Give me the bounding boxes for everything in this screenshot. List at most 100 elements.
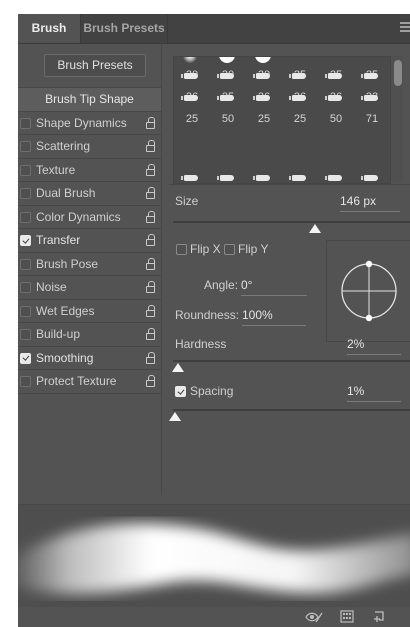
tab-brush[interactable]: Brush [18,14,80,43]
lock-icon[interactable] [146,375,156,387]
sidebar-item-transfer[interactable]: Transfer [18,229,161,253]
bristle-brush-icon [289,73,306,79]
bristle-brush-icon[interactable] [217,175,234,181]
flip-x-label: Flip X [190,242,221,256]
checkbox[interactable] [20,235,31,246]
sidebar-item-label: Color Dynamics [36,209,121,224]
checkbox[interactable] [20,305,31,317]
sidebar-item-brush-pose[interactable]: Brush Pose [18,253,161,276]
flip-y-label: Flip Y [238,242,269,256]
menu-icon[interactable] [400,22,410,34]
brush-tip-cell[interactable]: 25 [246,95,282,125]
checkbox[interactable] [20,282,31,293]
brush-stroke-preview [18,504,410,609]
sidebar-item-label: Noise [36,280,67,294]
bristle-brush-icon[interactable] [181,175,198,181]
checkbox[interactable] [20,188,31,199]
spacing-checkbox[interactable] [175,386,186,397]
lock-icon[interactable] [146,116,156,129]
sidebar-item-build-up[interactable]: Build-up [18,323,161,347]
brush-size-label: 25 [185,113,199,125]
brush-size-label: 25 [293,113,307,125]
spacing-slider-thumb[interactable] [169,412,182,421]
hardness-value-input[interactable]: 2% [347,337,401,355]
size-slider-thumb[interactable] [309,224,322,233]
flip-y-checkbox[interactable] [224,244,235,255]
grid-scroll-thumb[interactable] [394,60,402,86]
brush-size-label: 50 [329,113,343,125]
size-label: Size [175,194,199,208]
bristle-brush-icon [181,73,198,79]
sidebar-item-label: Scattering [36,139,91,153]
bristle-brush-icon [217,95,234,101]
sidebar-item-scattering[interactable]: Scattering [18,135,161,159]
sidebar-item-noise[interactable]: Noise [18,276,161,300]
lock-icon[interactable] [146,187,156,199]
bristle-brush-icon [325,73,342,79]
lock-icon[interactable] [146,210,156,223]
checkbox[interactable] [20,117,31,129]
lock-icon[interactable] [146,281,156,293]
lock-icon[interactable] [146,234,156,246]
brush-grid-icon[interactable] [340,610,354,624]
tab-bar: Brush Brush Presets [18,14,410,44]
sidebar-item-dual-brush[interactable]: Dual Brush [18,182,161,206]
lock-icon[interactable] [146,257,156,270]
sidebar-item-shape-dynamics[interactable]: Shape Dynamics [18,112,161,135]
sidebar-item-protect-texture[interactable]: Protect Texture [18,370,161,394]
flip-x-checkbox[interactable] [176,244,187,255]
brush-tip-cell[interactable]: 71 [354,95,390,125]
sidebar-item-texture[interactable]: Texture [18,159,161,182]
tab-brush-presets[interactable]: Brush Presets [80,14,168,43]
brush-tip-cell[interactable]: 25 [174,95,210,125]
soft-round-brush-icon [183,57,197,63]
lock-icon[interactable] [146,163,156,176]
checkbox[interactable] [20,258,31,270]
bristle-brush-icon[interactable] [361,175,378,181]
spacing-value-input[interactable]: 1% [347,384,401,402]
checkbox[interactable] [20,141,31,152]
bristle-brush-icon[interactable] [325,175,342,181]
hardness-label: Hardness [175,337,227,351]
brush-presets-button[interactable]: Brush Presets [44,54,146,77]
brush-size-label: 71 [365,113,379,125]
sidebar-item-color-dynamics[interactable]: Color Dynamics [18,206,161,229]
brush-size-label: 25 [257,113,271,125]
checkbox[interactable] [20,352,31,364]
checkbox[interactable] [20,376,31,387]
hardness-slider-thumb[interactable] [171,363,184,372]
sidebar-item-smoothing[interactable]: Smoothing [18,347,161,370]
bristle-brush-icon [181,95,198,101]
sidebar-item-label: Texture [36,162,76,177]
sidebar-item-label: Dual Brush [36,186,96,200]
bristle-brush-icon[interactable] [253,175,270,181]
hardness-slider-track[interactable] [173,360,410,362]
lock-icon[interactable] [146,328,156,340]
lock-icon[interactable] [146,351,156,364]
sidebar-item-label: Shape Dynamics [36,115,127,130]
checkbox[interactable] [20,211,31,223]
brush-size-label: 50 [221,113,235,125]
roundness-value-input[interactable]: 100% [242,308,306,326]
brush-tip-cell[interactable]: 50 [210,95,246,125]
angle-roundness-widget[interactable] [326,240,410,342]
sidebar-item-brush-tip-shape[interactable]: Brush Tip Shape [18,87,161,112]
brush-tip-cell[interactable]: 50 [318,95,354,125]
spacing-slider-track[interactable] [173,409,410,411]
checkbox[interactable] [20,164,31,176]
size-slider-track[interactable] [173,221,410,223]
bristle-brush-icon[interactable] [289,175,306,181]
new-preset-icon[interactable] [373,610,387,624]
bristle-brush-icon [328,56,342,57]
toggle-live-tip-icon[interactable] [304,610,324,624]
brush-tip-grid[interactable]: 303030252525362536363632255025255071 [173,56,391,184]
lock-icon[interactable] [146,140,156,152]
size-value-input[interactable]: 146 px [340,194,400,212]
checkbox[interactable] [20,329,31,340]
sidebar-item-wet-edges[interactable]: Wet Edges [18,300,161,323]
bristle-brush-icon [361,73,378,79]
angle-value-input[interactable]: 0° [241,278,307,296]
brush-tip-cell[interactable]: 25 [282,95,318,125]
lock-icon[interactable] [146,304,156,317]
spacing-label: Spacing [190,384,234,398]
